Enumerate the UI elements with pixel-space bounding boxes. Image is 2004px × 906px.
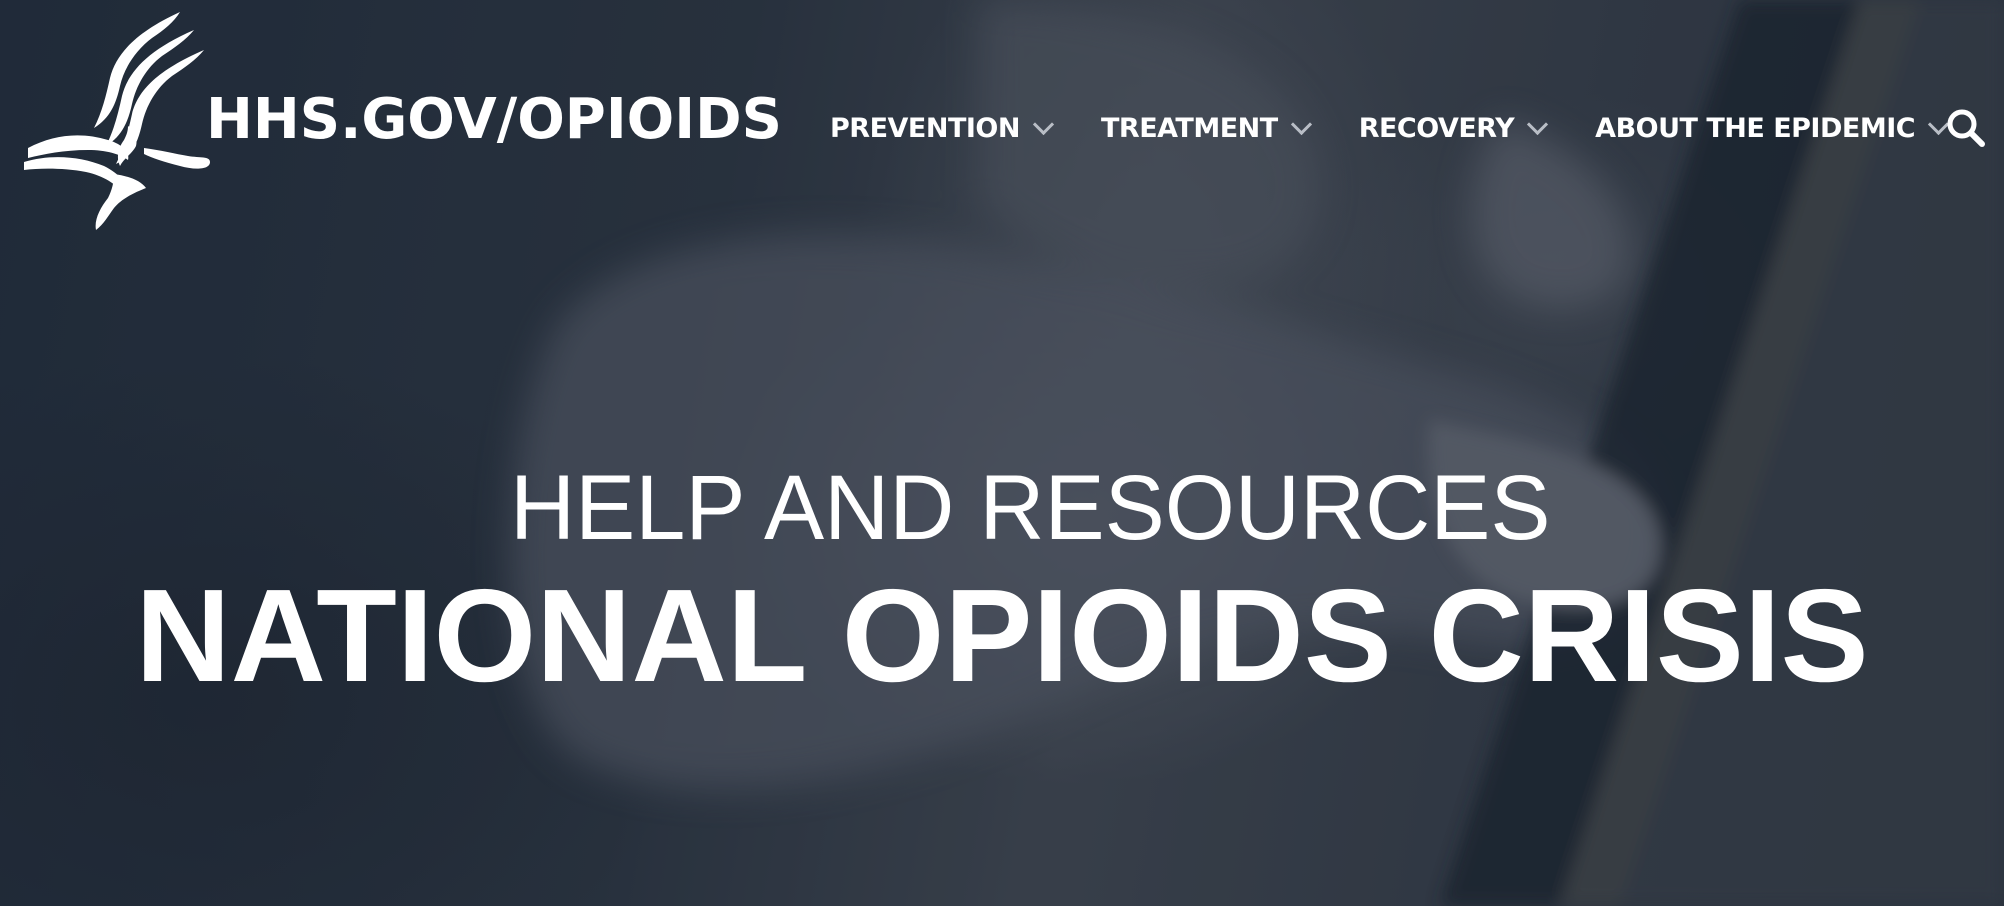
nav-item-label: PREVENTION — [830, 112, 1020, 144]
hero-section: HHS.GOV/OPIOIDS PREVENTION TREATMENT REC… — [0, 0, 2004, 906]
hero-title: NATIONAL OPIOIDS CRISIS — [135, 562, 1869, 709]
nav-item-recovery[interactable]: RECOVERY — [1358, 112, 1549, 144]
home-logo-link[interactable] — [24, 8, 210, 232]
site-name[interactable]: HHS.GOV/OPIOIDS — [206, 92, 782, 148]
hero-kicker: HELP AND RESOURCES — [510, 457, 1551, 559]
nav-item-about-the-epidemic[interactable]: ABOUT THE EPIDEMIC — [1595, 112, 1950, 144]
chevron-down-icon — [1527, 113, 1549, 135]
site-header: HHS.GOV/OPIOIDS PREVENTION TREATMENT REC… — [0, 0, 2004, 240]
search-icon — [1947, 109, 1985, 147]
hhs-eagle-logo — [24, 12, 210, 230]
nav-item-label: RECOVERY — [1358, 112, 1515, 144]
nav-item-label: TREATMENT — [1100, 112, 1278, 144]
chevron-down-icon — [1290, 113, 1312, 135]
nav-item-prevention[interactable]: PREVENTION — [830, 112, 1055, 144]
nav-item-treatment[interactable]: TREATMENT — [1100, 112, 1312, 144]
main-navigation: PREVENTION TREATMENT RECOVERY ABOUT THE … — [830, 108, 1950, 148]
nav-item-label: ABOUT THE EPIDEMIC — [1595, 112, 1916, 144]
search-button[interactable] — [1944, 106, 1988, 150]
chevron-down-icon — [1032, 113, 1055, 135]
